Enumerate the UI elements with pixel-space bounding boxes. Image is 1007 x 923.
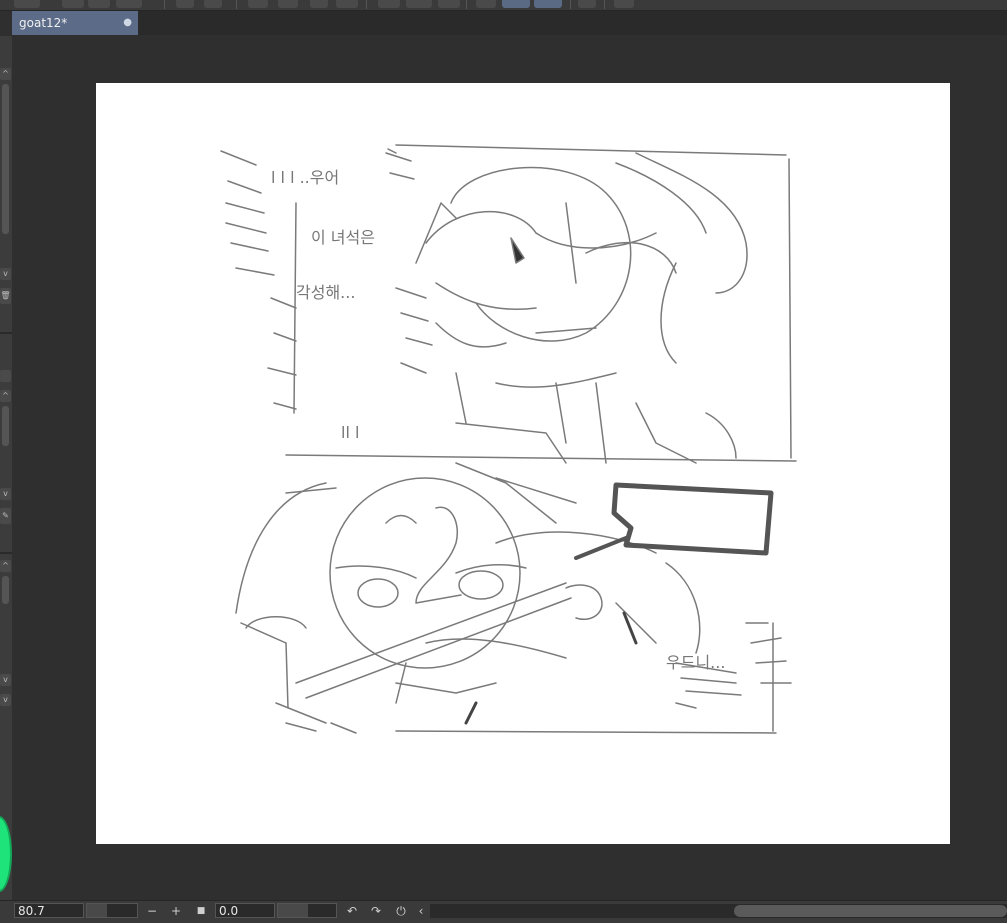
fill-icon[interactable] [310, 0, 328, 8]
scroll-up-icon[interactable]: ^ [0, 390, 11, 402]
selection-icon[interactable] [378, 0, 400, 8]
transform-icon[interactable] [336, 0, 358, 8]
panel-button[interactable] [0, 370, 11, 382]
scroll-up-icon[interactable]: ^ [0, 68, 11, 80]
toolbar-button[interactable] [14, 0, 40, 8]
head-outline-top [450, 166, 632, 342]
panel-border-right [788, 158, 792, 459]
document-tab-bar: goat12* ● [12, 11, 1007, 35]
canvas-paper[interactable]: l l l ..우어 이 녀석은 각성해... ll l 우드니... [96, 83, 950, 844]
rotation-slider[interactable] [277, 903, 337, 918]
panel-scrollbar[interactable] [2, 576, 9, 604]
panel-divider [0, 552, 12, 554]
color-wheel[interactable] [0, 816, 12, 892]
rotate-right-icon[interactable]: ↷ [368, 903, 384, 919]
reset-rotation-icon[interactable]: ⏻ [393, 903, 409, 919]
undo-icon[interactable] [176, 0, 194, 8]
redo-icon[interactable] [204, 0, 222, 8]
zoom-input[interactable]: 80.7 [14, 903, 84, 918]
sketch-text-5: 우드니... [666, 653, 725, 672]
scroll-down-icon[interactable]: v [0, 268, 11, 280]
status-bar: 80.7 − + ■ 0.0 ↶ ↷ ⏻ ‹ [0, 900, 1007, 923]
toolbar-separator [604, 0, 605, 9]
speech-bubble [611, 482, 774, 556]
fit-view-button[interactable]: ■ [193, 903, 209, 919]
scroll-down-icon[interactable]: v [0, 674, 11, 686]
horizontal-scrollbar[interactable] [430, 904, 1007, 918]
panel-scrollbar[interactable] [2, 84, 9, 234]
ruler-icon[interactable] [476, 0, 496, 8]
selection-icon[interactable] [406, 0, 432, 8]
chat-icon[interactable] [614, 0, 634, 8]
layer-icon[interactable] [88, 0, 110, 8]
toolbar-separator [164, 0, 165, 9]
panel-border-top [395, 144, 787, 156]
sketch-text-1: l l l ..우어 [271, 168, 339, 187]
clipboard-icon[interactable] [578, 0, 596, 8]
document-tab[interactable]: goat12* ● [12, 11, 138, 35]
zoom-in-button[interactable]: + [168, 903, 184, 919]
sparkle-icon[interactable] [278, 0, 298, 8]
document-tab-title: goat12* [19, 16, 68, 30]
selection-icon[interactable] [438, 0, 460, 8]
scroll-up-icon[interactable]: ^ [0, 560, 11, 572]
sketch-drawing: l l l ..우어 이 녀석은 각성해... ll l 우드니... [220, 144, 797, 734]
rotation-input[interactable]: 0.0 [215, 903, 275, 918]
sketch-text-3: 각성해... [296, 283, 355, 302]
scroll-down-icon[interactable]: v [0, 488, 11, 500]
top-toolbar [0, 0, 1007, 11]
toolbar-separator [466, 0, 467, 9]
toolbar-separator [570, 0, 571, 9]
sketch-text-2: 이 녀석은 [311, 228, 375, 247]
toolbar-separator [366, 0, 367, 9]
snap-icon[interactable] [502, 0, 530, 8]
panel-divider-line [285, 454, 797, 462]
sparkle-icon[interactable] [248, 0, 268, 8]
zoom-out-button[interactable]: − [144, 903, 160, 919]
zoom-slider[interactable] [86, 903, 138, 918]
panel-divider [0, 332, 12, 334]
tab-close-icon[interactable]: ● [123, 11, 132, 35]
trash-icon[interactable]: 🗑 [0, 288, 11, 304]
new-layer-icon[interactable] [62, 0, 84, 8]
sketch-text-4: ll l [341, 423, 359, 442]
scrollbar-thumb[interactable] [734, 905, 1007, 917]
panel-border-bottom [395, 730, 777, 734]
dropdown-icon[interactable]: v [0, 694, 11, 706]
toolbar-button[interactable] [116, 0, 142, 8]
scroll-left-icon[interactable]: ‹ [413, 903, 429, 919]
grid-icon[interactable] [534, 0, 562, 8]
rotate-left-icon[interactable]: ↶ [344, 903, 360, 919]
panel-scrollbar[interactable] [2, 406, 9, 446]
brush-icon[interactable]: ✎ [0, 508, 11, 524]
toolbar-separator [236, 0, 237, 9]
